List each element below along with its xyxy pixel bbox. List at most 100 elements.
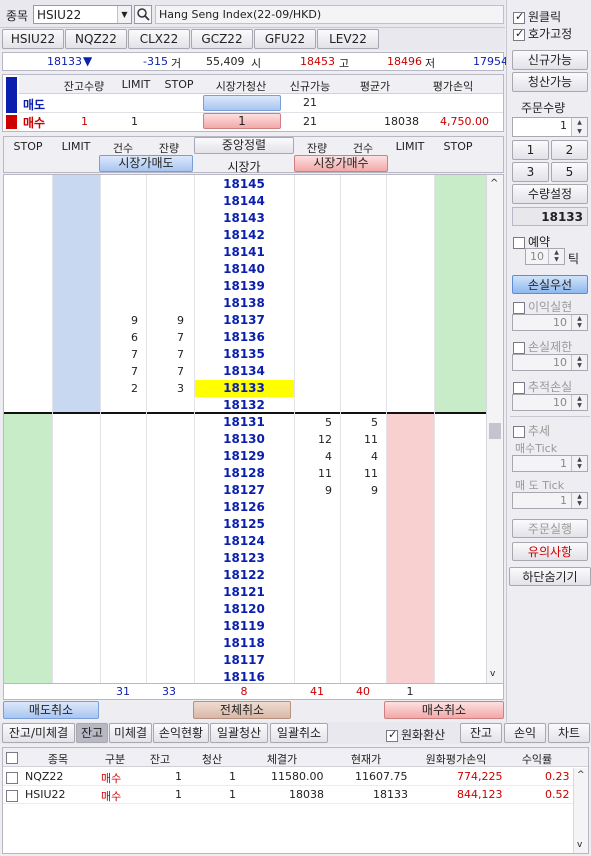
scroll-down-icon[interactable]: v xyxy=(577,840,582,850)
market-close-buy-button[interactable]: 1 xyxy=(203,113,281,129)
ladder-price[interactable]: 18128 xyxy=(194,465,294,482)
ladder-aq[interactable]: 3 xyxy=(146,382,184,395)
ladder-price[interactable]: 18127 xyxy=(194,482,294,499)
ladder-bq[interactable]: 12 xyxy=(294,433,332,446)
stepper-arrows-icon[interactable]: ▲ ▼ xyxy=(571,395,587,410)
stepper-arrows-icon[interactable]: ▲ ▼ xyxy=(571,493,587,508)
ladder-row[interactable]: 18131 5 5 xyxy=(4,414,486,431)
ladder-price[interactable]: 18122 xyxy=(194,567,294,584)
checkbox-icon[interactable] xyxy=(513,425,525,438)
ladder-row[interactable]: 18145 xyxy=(4,176,486,193)
ladder-row[interactable]: 18144 xyxy=(4,193,486,210)
scroll-down-icon[interactable]: v xyxy=(490,669,495,679)
ladder-row[interactable]: 18125 xyxy=(4,516,486,533)
ladder-price[interactable]: 18143 xyxy=(194,210,294,227)
tab-balance-unfilled[interactable]: 잔고/미체결 xyxy=(2,723,75,743)
ladder-price[interactable]: 18119 xyxy=(194,618,294,635)
ladder-row[interactable]: 18126 xyxy=(4,499,486,516)
pnl-button[interactable]: 손익 xyxy=(504,723,546,743)
notice-button[interactable]: 유의사항 xyxy=(512,542,588,561)
trail-loss-checkbox[interactable]: 추적손실 xyxy=(513,378,572,395)
ladder-bq[interactable]: 4 xyxy=(294,450,332,463)
symbol-tab-5[interactable]: GFU22 xyxy=(254,29,316,49)
ladder-scrollbar[interactable]: ^ v xyxy=(486,175,503,683)
ladder-price[interactable]: 18120 xyxy=(194,601,294,618)
checkbox-icon[interactable] xyxy=(6,752,18,764)
stepper-arrows-icon[interactable]: ▲ ▼ xyxy=(571,118,587,136)
ladder-row[interactable]: 18143 xyxy=(4,210,486,227)
qty-setting-button[interactable]: 수량설정 xyxy=(512,184,588,204)
ladder-aq[interactable]: 7 xyxy=(146,365,184,378)
ladder-bq[interactable]: 5 xyxy=(294,416,332,429)
ladder-row[interactable]: 18121 xyxy=(4,584,486,601)
cancel-all-button[interactable]: 전체취소 xyxy=(193,701,291,719)
ladder-row[interactable]: 18118 xyxy=(4,635,486,652)
table-row[interactable]: HSIU22 매수 1 1 18038 18133 844,123 0.52 xyxy=(3,786,573,804)
checkbox-icon[interactable] xyxy=(6,790,18,802)
ladder-price[interactable]: 18129 xyxy=(194,448,294,465)
ladder-row[interactable]: 18140 xyxy=(4,261,486,278)
ladder-price[interactable]: 18133 xyxy=(194,380,294,397)
ladder-price[interactable]: 18131 xyxy=(194,414,294,431)
ladder-row[interactable]: 18134 7 7 xyxy=(4,363,486,380)
new-avail-button[interactable]: 신규가능 xyxy=(512,50,588,70)
reserve-tick-stepper[interactable]: 10 ▲ ▼ xyxy=(525,248,565,265)
ladder-ac[interactable]: 7 xyxy=(100,365,138,378)
qty-button-3[interactable]: 3 xyxy=(512,162,549,182)
profit-real-checkbox[interactable]: 이익실현 xyxy=(513,298,572,315)
profit-stepper[interactable]: 10 ▲ ▼ xyxy=(512,314,588,331)
ladder-price[interactable]: 18142 xyxy=(194,227,294,244)
market-close-sell-button[interactable] xyxy=(203,95,281,111)
ladder-aq[interactable]: 7 xyxy=(146,331,184,344)
balance-button[interactable]: 잔고 xyxy=(460,723,502,743)
ladder-price[interactable]: 18136 xyxy=(194,329,294,346)
select-all-checkbox[interactable] xyxy=(6,751,21,764)
ladder-bc[interactable]: 9 xyxy=(340,484,378,497)
table-row[interactable]: NQZ22 매수 1 1 11580.00 11607.75 774,225 0… xyxy=(3,768,573,786)
cancel-all-orders-button[interactable]: 일괄취소 xyxy=(270,723,328,743)
ladder-row[interactable]: 18141 xyxy=(4,244,486,261)
stepper-arrows-icon[interactable]: ▲ ▼ xyxy=(548,249,564,264)
ladder-row[interactable]: 18120 xyxy=(4,601,486,618)
ladder-aq[interactable]: 9 xyxy=(146,314,184,327)
ladder-row[interactable]: 18138 xyxy=(4,295,486,312)
ladder-aq[interactable]: 7 xyxy=(146,348,184,361)
stepper-arrows-icon[interactable]: ▲ ▼ xyxy=(571,355,587,370)
checkbox-icon[interactable] xyxy=(513,236,525,249)
one-click-checkbox[interactable]: 원클릭 xyxy=(513,8,561,25)
tab-balance[interactable]: 잔고 xyxy=(76,723,108,743)
ladder-price[interactable]: 18130 xyxy=(194,431,294,448)
stepper-arrows-icon[interactable]: ▲ ▼ xyxy=(571,456,587,471)
balance-scrollbar[interactable]: ^ v xyxy=(573,768,588,853)
qty-button-2[interactable]: 2 xyxy=(551,140,588,160)
checkbox-icon[interactable] xyxy=(513,381,525,394)
buy-tick-stepper[interactable]: 1 ▲ ▼ xyxy=(512,455,588,472)
check-icon[interactable] xyxy=(513,10,525,24)
ladder-ac[interactable]: 6 xyxy=(100,331,138,344)
ladder-row[interactable]: 18129 4 4 xyxy=(4,448,486,465)
trend-checkbox[interactable]: 추세 xyxy=(513,422,550,439)
ladder-ac[interactable]: 9 xyxy=(100,314,138,327)
trail-loss-stepper[interactable]: 10 ▲ ▼ xyxy=(512,394,588,411)
ladder-price[interactable]: 18124 xyxy=(194,533,294,550)
sell-tick-stepper[interactable]: 1 ▲ ▼ xyxy=(512,492,588,509)
ladder-price[interactable]: 18140 xyxy=(194,261,294,278)
fix-quote-checkbox[interactable]: 호가고정 xyxy=(513,25,572,42)
loss-limit-stepper[interactable]: 10 ▲ ▼ xyxy=(512,354,588,371)
ladder-price[interactable]: 18118 xyxy=(194,635,294,652)
ladder-price[interactable]: 18138 xyxy=(194,295,294,312)
symbol-input[interactable]: HSIU22 xyxy=(37,8,81,22)
chevron-down-icon[interactable]: ▼ xyxy=(117,6,131,23)
ladder-bc[interactable]: 4 xyxy=(340,450,378,463)
symbol-tab-4[interactable]: GCZ22 xyxy=(191,29,253,49)
ladder-row[interactable]: 18133 2 3 xyxy=(4,380,486,397)
check-icon[interactable] xyxy=(513,27,525,41)
ladder-row[interactable]: 18139 xyxy=(4,278,486,295)
loss-first-button[interactable]: 손실우선 xyxy=(512,275,588,294)
ladder-bc[interactable]: 5 xyxy=(340,416,378,429)
scroll-thumb[interactable] xyxy=(489,423,501,439)
chart-button[interactable]: 차트 xyxy=(548,723,590,743)
ladder-price[interactable]: 18125 xyxy=(194,516,294,533)
scroll-up-icon[interactable]: ^ xyxy=(490,178,498,189)
ladder-ac[interactable]: 2 xyxy=(100,382,138,395)
